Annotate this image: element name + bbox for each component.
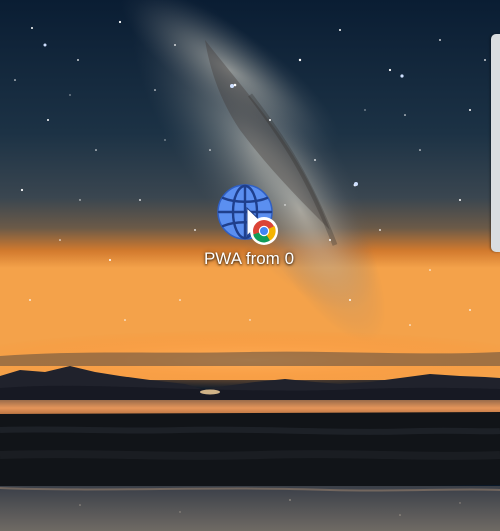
globe-icon bbox=[217, 184, 278, 245]
app-shortcut[interactable]: PWA from 0 bbox=[194, 180, 304, 275]
home-screen: PWA from 0 bbox=[0, 0, 500, 531]
app-shortcut-label: PWA from 0 bbox=[203, 249, 295, 268]
chrome-icon bbox=[250, 217, 278, 245]
edge-panel-handle[interactable] bbox=[491, 34, 500, 252]
